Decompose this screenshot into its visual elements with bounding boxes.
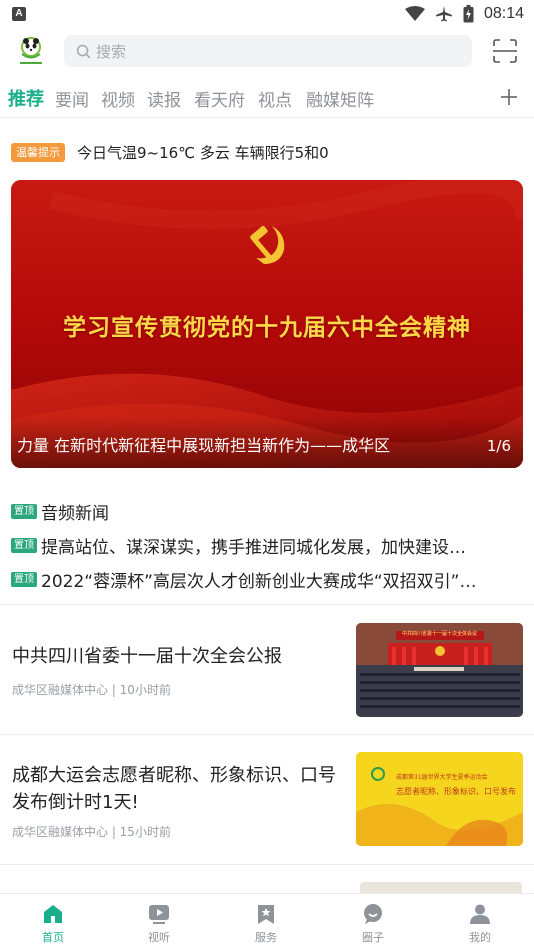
chat-bubble-icon	[364, 904, 382, 924]
news-meta: 成华区融媒体中心 | 15小时前	[12, 825, 171, 839]
nav-home-label: 首页	[42, 931, 64, 944]
news-thumbnail: 中共四川省委十一届十次全体会议	[356, 623, 523, 717]
party-emblem-icon	[250, 225, 285, 264]
universiade-poster-image	[356, 752, 523, 846]
tab-media-matrix[interactable]: 融媒矩阵	[306, 86, 374, 111]
tab-viewpoint[interactable]: 视点	[258, 86, 292, 111]
app-logo[interactable]	[14, 34, 48, 68]
scan-button[interactable]	[492, 38, 518, 64]
wifi-icon	[404, 6, 425, 21]
user-icon	[470, 904, 490, 924]
pinned-title: 2022“蓉漂杯”高层次人才创新创业大赛成华“双招双引”…	[41, 571, 477, 592]
divider	[0, 734, 534, 735]
home-icon	[44, 905, 62, 923]
divider	[0, 864, 534, 865]
airplane-icon	[435, 6, 452, 22]
tab-video[interactable]: 视频	[101, 86, 135, 111]
news-title: 中共四川省委十一届十次全会公报	[12, 646, 282, 667]
pinned-news-list: 置顶 音频新闻 置顶 提高站位、谋深谋实，携手推进同城化发展，加快建设… 置顶 …	[11, 494, 523, 596]
news-meta: 成华区融媒体中心 | 10小时前	[12, 683, 171, 697]
search-placeholder: 搜索	[96, 42, 127, 61]
app-header: 搜索	[0, 30, 534, 74]
add-channel-button[interactable]	[498, 86, 520, 108]
news-thumbnail: 成都第31届世界大学生夏季运动会 志愿者昵称、形象标识、口号发布	[356, 752, 523, 846]
carousel-banner[interactable]: 学习宣传贯彻党的十九届六中全会精神 力量 在新时代新征程中展现新担当新作为——成…	[11, 180, 523, 468]
tab-tianfu[interactable]: 看天府	[194, 86, 245, 111]
notice-badge: 温馨提示	[11, 142, 65, 162]
pinned-badge: 置顶	[11, 503, 37, 519]
nav-services[interactable]: 服务	[213, 894, 319, 950]
scan-icon	[493, 39, 517, 63]
pinned-item[interactable]: 置顶 音频新闻	[11, 494, 523, 528]
nav-community[interactable]: 圈子	[320, 894, 426, 950]
bookmark-star-icon	[258, 905, 274, 924]
pinned-item[interactable]: 置顶 提高站位、谋深谋实，携手推进同城化发展，加快建设…	[11, 528, 523, 562]
pinned-badge: 置顶	[11, 571, 37, 587]
tab-recommend[interactable]: 推荐	[8, 85, 44, 111]
news-item[interactable]: 中共四川省委十一届十次全会公报 成华区融媒体中心 | 10小时前 中共四川省委十…	[0, 612, 534, 722]
news-title: 成都大运会志愿者昵称、形象标识、口号发布倒计时1天!	[12, 765, 336, 813]
banner-page-indicator: 1/6	[486, 437, 511, 455]
poster-subtitle: 志愿者昵称、形象标识、口号发布	[396, 787, 516, 796]
status-icons: 08:14	[404, 3, 524, 25]
plus-icon	[501, 89, 517, 105]
tab-headlines[interactable]: 要闻	[55, 86, 89, 111]
banner-headline: 学习宣传贯彻党的十九届六中全会精神	[63, 314, 471, 341]
divider	[0, 604, 534, 605]
battery-icon	[463, 5, 474, 23]
clock: 08:14	[483, 5, 524, 22]
nav-profile-label: 我的	[469, 931, 491, 944]
nav-profile[interactable]: 我的	[427, 894, 533, 950]
pinned-title: 提高站位、谋深谋实，携手推进同城化发展，加快建设…	[41, 537, 466, 558]
status-bar: A 08:14	[0, 0, 534, 30]
search-bar[interactable]: 搜索	[64, 35, 472, 67]
banner-caption: 力量 在新时代新征程中展现新担当新作为——成华区	[17, 436, 391, 455]
pinned-badge: 置顶	[11, 537, 37, 553]
nav-community-label: 圈子	[362, 931, 384, 944]
video-play-icon	[149, 905, 169, 924]
notice-text: 今日气温9~16℃ 多云 车辆限行5和0	[77, 143, 329, 162]
news-item[interactable]: 成都大运会志愿者昵称、形象标识、口号发布倒计时1天! 成华区融媒体中心 | 15…	[0, 742, 534, 852]
conference-hall-image	[356, 623, 523, 717]
thumbnail-caption: 中共四川省委十一届十次全体会议	[401, 631, 477, 637]
nav-media-label: 视听	[148, 931, 170, 944]
keyboard-indicator-icon: A	[12, 7, 26, 21]
panda-logo-icon	[20, 37, 42, 64]
nav-services-label: 服务	[255, 931, 277, 944]
tab-newspaper[interactable]: 读报	[147, 86, 181, 111]
weather-notice[interactable]: 温馨提示 今日气温9~16℃ 多云 车辆限行5和0	[11, 140, 329, 164]
bottom-navigation: 首页 视听 服务 圈子 我的	[0, 893, 534, 950]
nav-home[interactable]: 首页	[0, 894, 106, 950]
pinned-title: 音频新闻	[41, 503, 109, 524]
pinned-item[interactable]: 置顶 2022“蓉漂杯”高层次人才创新创业大赛成华“双招双引”…	[11, 562, 523, 596]
channel-tabs: 推荐 要闻 视频 读报 看天府 视点 融媒矩阵	[0, 80, 534, 118]
nav-media[interactable]: 视听	[106, 894, 212, 950]
poster-title: 成都第31届世界大学生夏季运动会	[396, 774, 488, 781]
search-icon	[76, 44, 91, 59]
